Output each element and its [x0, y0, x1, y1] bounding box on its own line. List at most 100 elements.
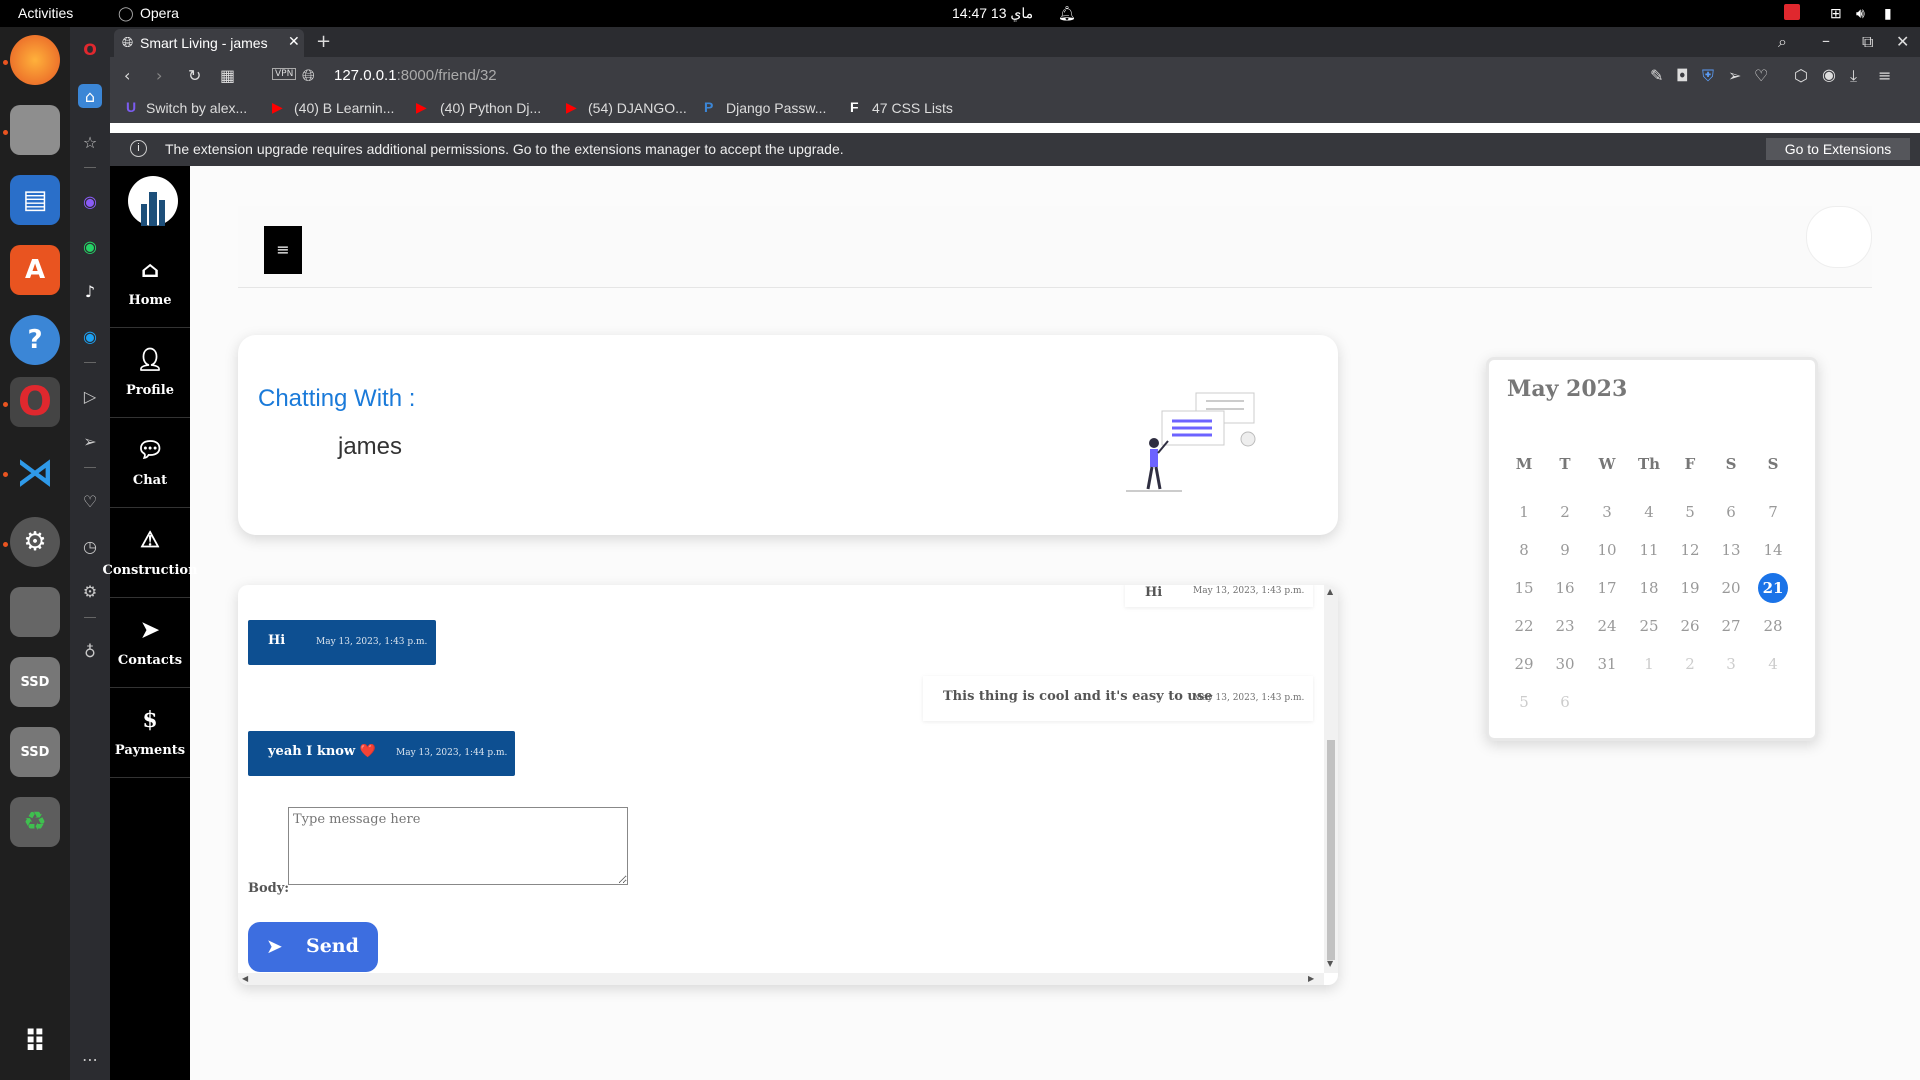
app-name[interactable]: Opera — [140, 5, 179, 21]
calendar-day[interactable]: 22 — [1507, 617, 1541, 635]
site-info-icon[interactable]: 🌐︎ — [302, 66, 315, 86]
calendar-day[interactable]: 6 — [1548, 693, 1582, 711]
menu-icon[interactable]: ≡ — [1878, 66, 1891, 85]
calendar-day[interactable]: 14 — [1756, 541, 1790, 559]
bookmark-item[interactable]: Django Passw... — [726, 100, 826, 116]
player-icon[interactable]: ▷ — [78, 384, 102, 408]
calendar-day[interactable]: 23 — [1548, 617, 1582, 635]
scroll-down-icon[interactable]: ▼ — [1327, 959, 1333, 968]
send-button[interactable]: ➤ Send — [248, 922, 378, 972]
sidebar-item-profile[interactable]: 👤︎ Profile — [110, 328, 190, 418]
activities-button[interactable]: Activities — [18, 5, 73, 21]
battery-icon[interactable]: ▮ — [1884, 5, 1892, 22]
bell-icon[interactable]: 🔔︎ — [1058, 5, 1076, 22]
trash-icon[interactable]: ♻ — [10, 797, 60, 847]
gear-icon[interactable]: ⚙ — [78, 579, 102, 603]
calendar-day[interactable]: 12 — [1673, 541, 1707, 559]
help-icon[interactable]: ? — [10, 315, 60, 365]
sidebar-item-payments[interactable]: $ Payments — [110, 688, 190, 778]
calendar-day[interactable]: 17 — [1590, 579, 1624, 597]
software-icon[interactable]: A — [10, 245, 60, 295]
calendar-day[interactable]: 25 — [1632, 617, 1666, 635]
sidebar-item-home[interactable]: ⌂ Home — [110, 238, 190, 328]
messenger-icon[interactable]: ◉ — [78, 189, 102, 213]
profile-icon[interactable]: ◉ — [1822, 65, 1836, 84]
sidebar-item-construction[interactable]: ⚠ Construction — [102, 508, 198, 598]
go-to-extensions-button[interactable]: Go to Extensions — [1766, 138, 1910, 160]
calendar-day[interactable]: 13 — [1714, 541, 1748, 559]
app-grid-icon[interactable]: ⠿ — [10, 1017, 60, 1067]
calendar-day[interactable]: 9 — [1548, 541, 1582, 559]
hamburger-menu-icon[interactable]: ≡ — [264, 226, 302, 274]
more-icon[interactable]: ⋯ — [78, 1047, 102, 1071]
settings-icon[interactable]: ⚙ — [10, 517, 60, 567]
whatsapp-icon[interactable]: ◉ — [78, 234, 102, 258]
calendar-day[interactable]: 1 — [1507, 503, 1541, 521]
calendar-day[interactable]: 11 — [1632, 541, 1666, 559]
files-icon[interactable] — [10, 105, 60, 155]
search-tabs-icon[interactable]: ⌕ — [1778, 32, 1787, 52]
close-window-icon[interactable]: ✕ — [1896, 32, 1909, 51]
url-field[interactable]: 127.0.0.1:8000/friend/32 — [334, 67, 497, 84]
cube-icon[interactable]: ⬡ — [1794, 66, 1808, 85]
writer-icon[interactable]: ▤ — [10, 175, 60, 225]
calendar-day[interactable]: 29 — [1507, 655, 1541, 673]
calendar-day[interactable]: 3 — [1590, 503, 1624, 521]
history-icon[interactable]: ◷ — [78, 534, 102, 558]
calendar-day[interactable]: 30 — [1548, 655, 1582, 673]
scroll-left-icon[interactable]: ◀ — [242, 974, 248, 983]
calendar-day[interactable]: 15 — [1507, 579, 1541, 597]
ssd-drive-icon-2[interactable]: SSD — [10, 727, 60, 777]
home-panel-icon[interactable]: ⌂ — [78, 84, 102, 108]
calendar-day[interactable]: 1 — [1632, 655, 1666, 673]
calendar-day[interactable]: 28 — [1756, 617, 1790, 635]
scroll-up-icon[interactable]: ▲ — [1327, 587, 1333, 596]
snapshot-icon[interactable]: ✎ — [1650, 66, 1663, 85]
bookmark-item[interactable]: (54) DJANGO... — [588, 100, 687, 116]
calendar-day[interactable]: 2 — [1673, 655, 1707, 673]
scroll-right-icon[interactable]: ▶ — [1308, 974, 1314, 983]
heart-icon[interactable]: ♡ — [78, 489, 102, 513]
calendar-day[interactable]: 16 — [1548, 579, 1582, 597]
calendar-day[interactable]: 27 — [1714, 617, 1748, 635]
scrollbar-thumb[interactable] — [1327, 740, 1335, 960]
calendar-day[interactable]: 3 — [1714, 655, 1748, 673]
avatar[interactable] — [1806, 206, 1872, 268]
calendar-day[interactable]: 5 — [1507, 693, 1541, 711]
clock[interactable]: 14:47 13 ماي — [952, 5, 1033, 22]
volume-icon[interactable]: 🔊︎ — [1856, 5, 1865, 22]
calendar-day[interactable]: 10 — [1590, 541, 1624, 559]
sidebar-item-contacts[interactable]: ➤ Contacts — [110, 598, 190, 688]
shield-icon[interactable]: ⛨ — [1702, 66, 1714, 86]
vertical-scrollbar[interactable]: ▲ ▼ — [1324, 585, 1338, 973]
calendar-day[interactable]: 31 — [1590, 655, 1624, 673]
calendar-day[interactable]: 24 — [1590, 617, 1624, 635]
camera-icon[interactable]: ◘ — [1676, 66, 1689, 85]
calendar-day[interactable]: 2 — [1548, 503, 1582, 521]
reload-icon[interactable]: ↻ — [188, 66, 201, 85]
horizontal-scrollbar[interactable]: ◀ ▶ — [238, 973, 1324, 985]
calendar-day[interactable]: 5 — [1673, 503, 1707, 521]
heart-icon[interactable]: ♡ — [1754, 66, 1768, 85]
message-body-input[interactable] — [288, 807, 628, 885]
restore-icon[interactable]: ⧉ — [1862, 32, 1873, 52]
bookmark-item[interactable]: (40) Python Dj... — [440, 100, 541, 116]
calendar-day[interactable]: 20 — [1714, 579, 1748, 597]
bookmark-item[interactable]: 47 CSS Lists — [872, 100, 953, 116]
tiktok-icon[interactable]: ♪ — [78, 279, 102, 303]
bookmark-item[interactable]: Switch by alex... — [146, 100, 247, 116]
twitter-icon[interactable]: ◉ — [78, 324, 102, 348]
vscode-icon[interactable]: ⋊ — [10, 447, 60, 497]
calendar-day-today[interactable]: 21 — [1758, 573, 1788, 603]
record-icon[interactable] — [1784, 4, 1800, 20]
download-icon[interactable]: ⤓ — [1850, 66, 1857, 86]
calendar-day[interactable]: 26 — [1673, 617, 1707, 635]
flow-icon[interactable]: ➢ — [1728, 66, 1741, 85]
firefox-icon[interactable] — [10, 35, 60, 85]
send-icon[interactable]: ➢ — [78, 429, 102, 453]
close-tab-icon[interactable]: ✕ — [288, 33, 300, 50]
back-icon[interactable]: ‹ — [124, 66, 130, 85]
calendar-day[interactable]: 7 — [1756, 503, 1790, 521]
sidebar-item-chat[interactable]: 💬︎ Chat — [110, 418, 190, 508]
new-tab-icon[interactable]: + — [316, 31, 331, 52]
